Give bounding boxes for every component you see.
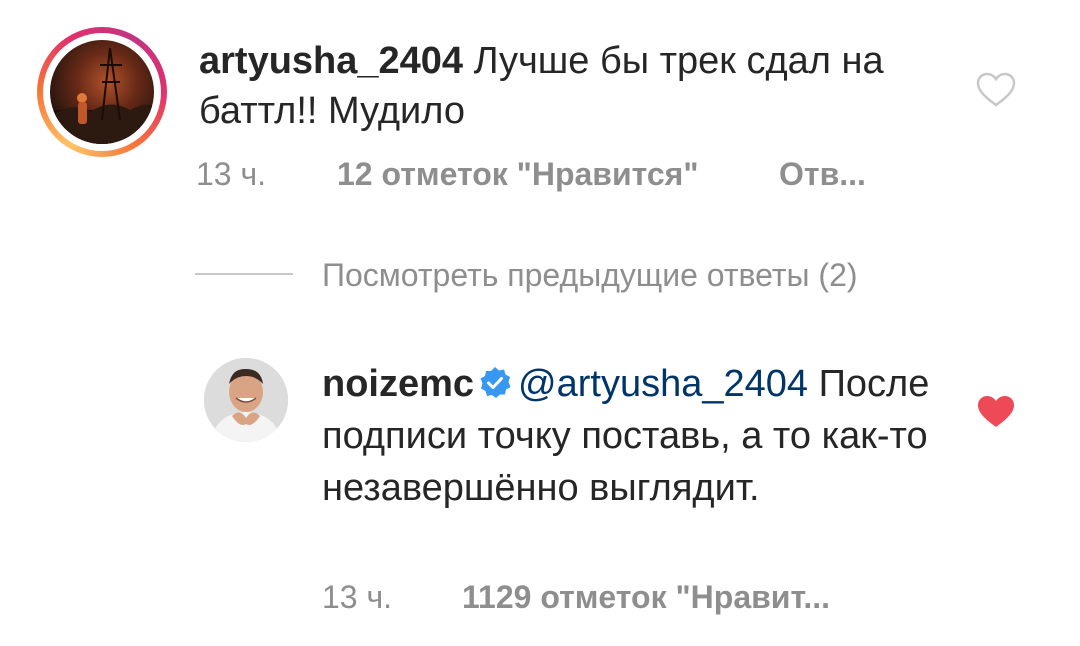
reply-username[interactable]: noizemc [322,363,474,405]
comment-text-block: artyusha_2404 Лучше бы трек сдал на батт… [199,36,919,136]
avatar-photo-illustration [204,358,288,442]
avatar-artyusha[interactable] [50,40,154,144]
reply-mention-link[interactable]: @artyusha_2404 [518,363,808,405]
avatar-photo-illustration [50,47,154,144]
avatar-story-ring[interactable] [37,27,167,157]
comment-reply-button[interactable]: Отв... [779,154,866,194]
comment-time: 13 ч. [196,156,267,192]
replies-divider [195,273,293,275]
comment-likes-count[interactable]: 12 отметок "Нравится" [337,154,699,194]
verified-badge-icon [480,366,511,398]
comment-like-heart-icon[interactable] [976,72,1016,108]
view-previous-replies-button[interactable]: Посмотреть предыдущие ответы (2) [322,255,858,295]
reply-like-heart-icon[interactable] [976,394,1016,430]
reply-likes-count[interactable]: 1129 отметок "Нравит... [462,577,830,617]
reply-time: 13 ч. [322,579,393,615]
reply-text-block: noizemc @artyusha_2404 После подписи точ… [322,358,962,514]
comment-username[interactable]: artyusha_2404 [199,40,463,82]
avatar-noizemc[interactable] [204,358,288,442]
